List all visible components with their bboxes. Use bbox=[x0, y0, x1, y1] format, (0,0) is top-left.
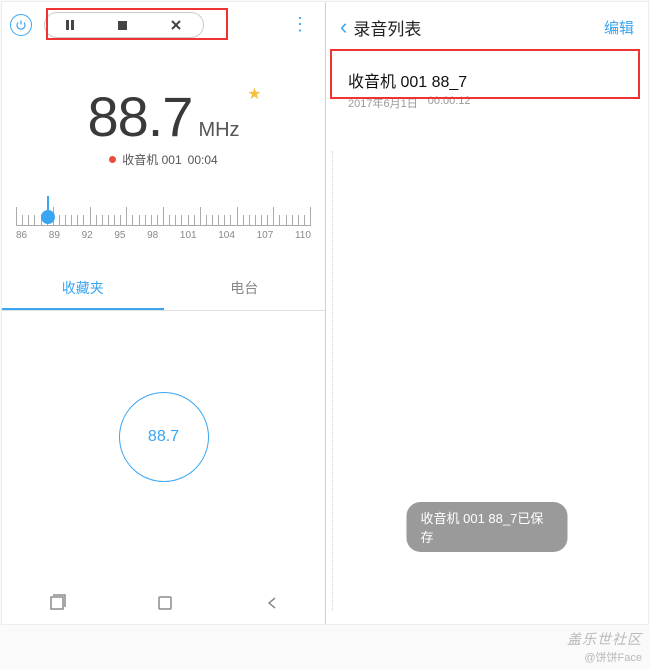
recents-icon[interactable] bbox=[48, 594, 66, 612]
back-icon[interactable] bbox=[264, 595, 280, 611]
frequency-dial[interactable]: 8689929598101104107110 bbox=[16, 196, 311, 246]
more-menu-icon[interactable]: ⋮ bbox=[291, 14, 311, 35]
back-chevron-icon[interactable]: ‹ bbox=[340, 14, 347, 40]
edit-button[interactable]: 编辑 bbox=[604, 17, 634, 38]
watermark: 盖乐世社区 @饼饼Face bbox=[567, 629, 642, 665]
page-title: 录音列表 bbox=[353, 15, 421, 40]
recording-list-item[interactable]: 收音机 001 88_7 2017年6月1日 00:00:12 bbox=[336, 58, 638, 121]
recording-duration: 00:00:12 bbox=[428, 95, 471, 111]
recording-indicator-icon bbox=[109, 156, 116, 163]
vertical-divider bbox=[332, 151, 333, 611]
preset-station-button[interactable]: 88.7 bbox=[119, 392, 209, 482]
recording-label: 收音机 001 bbox=[122, 151, 181, 168]
favorite-star-icon[interactable]: ★ bbox=[247, 84, 261, 104]
tab-favorites[interactable]: 收藏夹 bbox=[2, 268, 164, 310]
recording-name: 收音机 001 88_7 bbox=[348, 68, 626, 92]
stop-icon[interactable] bbox=[117, 20, 131, 31]
android-navbar-left bbox=[2, 584, 326, 622]
home-icon[interactable] bbox=[157, 595, 173, 611]
tab-stations[interactable]: 电台 bbox=[164, 268, 326, 310]
frequency-unit: MHz bbox=[198, 119, 239, 142]
power-button[interactable] bbox=[10, 14, 32, 36]
recording-timer: 00:04 bbox=[188, 153, 218, 167]
recording-date: 2017年6月1日 bbox=[348, 95, 418, 111]
recording-controls-pill bbox=[44, 12, 204, 38]
pause-icon[interactable] bbox=[64, 19, 78, 31]
preset-frequency: 88.7 bbox=[148, 428, 179, 446]
save-toast: 收音机 001 88_7已保存 bbox=[407, 502, 568, 552]
frequency-value: 88.7 bbox=[87, 84, 192, 149]
close-icon[interactable] bbox=[170, 19, 184, 31]
